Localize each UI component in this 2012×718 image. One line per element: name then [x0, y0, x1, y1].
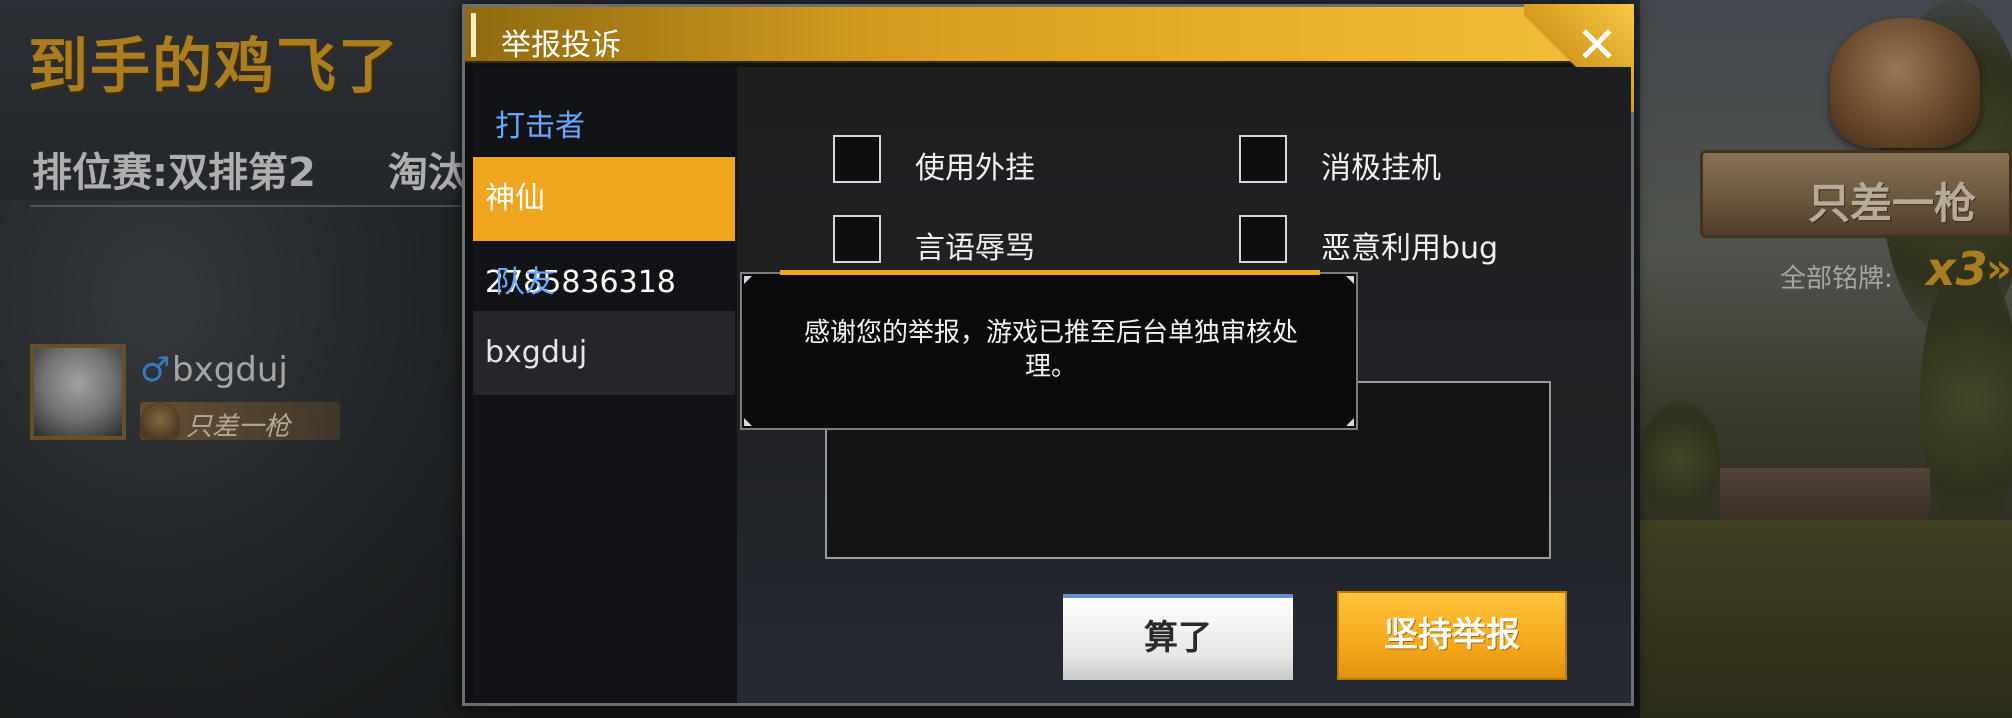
option-verbal-abuse[interactable]: 言语辱骂: [833, 215, 1133, 267]
option-bug-abuse[interactable]: 恶意利用bug: [1239, 215, 1579, 267]
toast-accent-line: [780, 270, 1320, 275]
option-label: 使用外挂: [915, 151, 1035, 186]
corner-marker: [1346, 276, 1354, 284]
option-cheating[interactable]: 使用外挂: [833, 135, 1133, 187]
option-label: 言语辱骂: [915, 231, 1035, 266]
target-item-attacker[interactable]: 神仙2785836318: [473, 157, 735, 300]
corner-marker: [744, 276, 752, 284]
option-label: 消极挂机: [1321, 151, 1441, 186]
target-list: 打击者 神仙2785836318 队友 bxgduj: [473, 67, 737, 703]
checkbox[interactable]: [1239, 135, 1287, 183]
toast-message: 感谢您的举报，游戏已推至后台单独审核处理。: [740, 270, 1358, 430]
dialog-header: 举报投诉: [465, 7, 1631, 63]
toast-text: 感谢您的举报，游戏已推至后台单独审核处理。: [803, 318, 1298, 382]
header-accent-bar: [471, 13, 476, 57]
target-item-teammate[interactable]: bxgduj: [473, 311, 735, 395]
checkbox[interactable]: [833, 135, 881, 183]
confirm-report-button[interactable]: 坚持举报: [1337, 591, 1567, 680]
attacker-section-label: 打击者: [495, 109, 585, 144]
corner-marker: [1346, 418, 1354, 426]
corner-marker: [744, 418, 752, 426]
dialog-title: 举报投诉: [501, 28, 621, 63]
checkbox[interactable]: [833, 215, 881, 263]
option-label: 恶意利用bug: [1321, 231, 1499, 266]
checkbox[interactable]: [1239, 215, 1287, 263]
teammate-section-label: 队友: [495, 265, 555, 300]
option-afk[interactable]: 消极挂机: [1239, 135, 1559, 187]
cancel-button[interactable]: 算了: [1063, 594, 1293, 680]
